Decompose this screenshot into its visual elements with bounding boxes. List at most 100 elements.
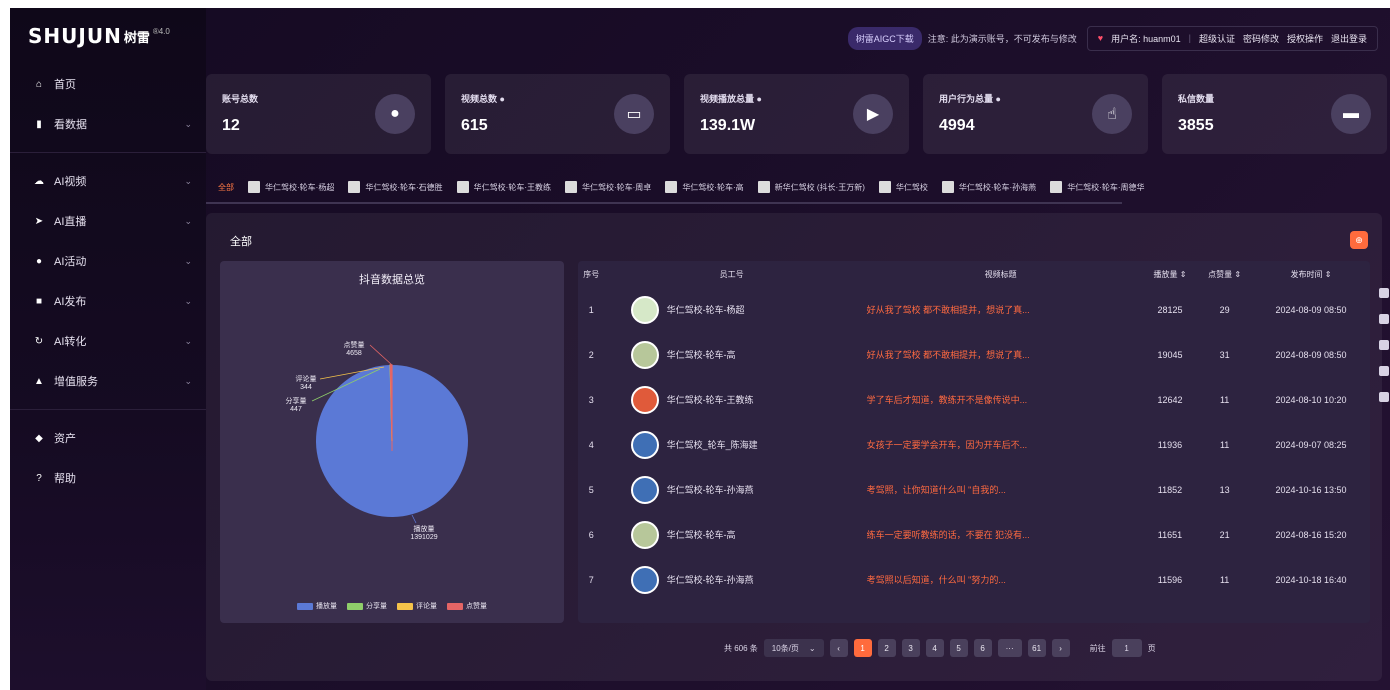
video-title-link[interactable]: 考驾照以后知道，什么叫 "努力的... <box>859 557 1143 602</box>
pagination: 共 606 条 10条/页 ⌄ ‹ 1 2 3 4 5 6 ··· 61 › 前往 1 页 <box>724 639 1156 657</box>
sidebar-item-7[interactable]: ▲ 增值服务 ⌄ <box>10 361 206 401</box>
sidebar-item-0[interactable]: ⌂ 首页 <box>10 64 206 104</box>
avatar <box>630 340 659 369</box>
employee-name: 华仁驾校-轮车-孙海燕 <box>666 485 754 495</box>
tab-account[interactable]: 华仁驾校·轮车·高 <box>665 181 744 193</box>
aigc-download-button[interactable]: 树雷AIGC下载 <box>847 26 922 50</box>
legend-item[interactable]: 分享量 <box>347 601 387 611</box>
tool-icon-2[interactable] <box>1379 314 1389 324</box>
sidebar-item-1[interactable]: ▮ 看数据 ⌄ <box>10 104 206 144</box>
tool-icon-3[interactable] <box>1379 340 1389 350</box>
avatar <box>630 385 659 414</box>
sidebar-item-5[interactable]: ■ AI发布 ⌄ <box>10 281 206 321</box>
table-row[interactable]: 3 华仁驾校-轮车-王教练 学了车后才知道，教练开不是像传说中... 12642 11 2… <box>578 377 1370 422</box>
password-link[interactable]: 密码修改 <box>1243 32 1279 45</box>
page-size-value: 10条/页 <box>771 643 799 653</box>
column-header[interactable]: 点赞量 ⇕ <box>1197 261 1252 287</box>
sidebar-item-3[interactable]: ➤ AI直播 ⌄ <box>10 201 206 241</box>
user-icon: ▲ <box>34 375 44 387</box>
tab-account[interactable]: 华仁驾校·轮车·周卓 <box>564 181 651 193</box>
like-count: 31 <box>1219 349 1230 360</box>
video-title-link[interactable]: 学了车后才知道，教练开不是像传说中... <box>859 377 1143 422</box>
hand-icon: ☝ <box>1092 94 1132 134</box>
employee-name: 华仁驾校-轮车-王教练 <box>666 395 754 405</box>
sidebar-item-4[interactable]: ● AI活动 ⌄ <box>10 241 206 281</box>
page-button[interactable]: 4 <box>925 639 944 657</box>
sidebar-item-8[interactable]: ◆ 资产 <box>10 418 206 458</box>
tab-account[interactable]: 华仁驾校·轮车·石德胜 <box>348 181 443 193</box>
table-row[interactable]: 1 华仁驾校-轮车-杨超 好从我了驾校 都不敢相提并，想说了真... 28125 29 2… <box>578 287 1370 332</box>
tab-account[interactable]: 华仁驾校 <box>878 181 928 193</box>
logout-link[interactable]: 退出登录 <box>1331 32 1367 45</box>
verify-link[interactable]: 超级认证 <box>1199 32 1235 45</box>
sidebar-item-label: AI活动 <box>54 256 87 268</box>
tab-account[interactable]: 全部 <box>218 182 234 193</box>
employee-cell: 华仁驾校-轮车-孙海燕 <box>605 467 859 512</box>
page-size-select[interactable]: 10条/页 ⌄ <box>763 639 824 657</box>
tab-account[interactable]: 华仁驾校·轮车·王教练 <box>456 181 551 193</box>
sidebar-item-2[interactable]: ☁ AI视频 ⌄ <box>10 161 206 201</box>
table-row[interactable]: 2 华仁驾校-轮车-高 好从我了驾校 都不敢相提并，想说了真... 19045 31 20… <box>578 332 1370 377</box>
video-title-link[interactable]: 练车一定要听教练的话，不要在 犯没有... <box>859 512 1143 557</box>
chart-box: 抖音数据总览 点赞量 4658 评论量 344 分享量 447 播放量 1391029 播放量… <box>220 261 564 623</box>
tab-label: 全部 <box>218 182 234 192</box>
legend-swatch <box>297 602 313 610</box>
tool-icon-5[interactable] <box>1379 392 1389 402</box>
video-title-link[interactable]: 女孩子一定要学会开车，因为开车后不... <box>859 422 1143 467</box>
table-row[interactable]: 5 华仁驾校-轮车-孙海燕 考驾照，让你知道什么叫 "自我的... 11852 13 20… <box>578 467 1370 512</box>
legend-item[interactable]: 点赞量 <box>447 601 487 611</box>
tool-icon-4[interactable] <box>1379 366 1389 376</box>
tabs-scrollbar[interactable] <box>206 202 1122 204</box>
sidebar: SHUJUN 树雷 ®4.0 ⌂ 首页 ▮ 看数据 ⌄ ☁ AI视频 ⌄ ➤ AI直播 ⌄ ● AI活动… <box>10 8 206 690</box>
tab-account[interactable]: 华仁驾校·轮车·孙海燕 <box>941 181 1036 193</box>
video-title-link[interactable]: 好从我了驾校 都不敢相提并，想说了真... <box>859 332 1143 377</box>
column-header[interactable]: 发布时间 ⇕ <box>1252 261 1370 287</box>
video-title-link[interactable]: 考驾照，让你知道什么叫 "自我的... <box>859 467 1143 512</box>
prev-page-button[interactable]: ‹ <box>829 639 848 657</box>
tab-label: 华仁驾校·轮车·周德华 <box>1067 182 1145 192</box>
chevron-down-icon: ⌄ <box>184 118 192 129</box>
row-index: 2 <box>588 349 594 360</box>
page-button[interactable]: 3 <box>901 639 920 657</box>
leader-line <box>369 344 393 366</box>
employee-name: 华仁驾校_轮车_陈海建 <box>666 440 758 450</box>
page-button[interactable]: 5 <box>949 639 968 657</box>
sidebar-item-9[interactable]: ? 帮助 <box>10 458 206 498</box>
help-icon: ? <box>36 472 42 484</box>
sidebar-item-label: 首页 <box>54 79 76 91</box>
tab-account[interactable]: 华仁驾校·轮车·周德华 <box>1050 181 1145 193</box>
goto-page-input[interactable]: 1 <box>1111 639 1142 657</box>
legend-swatch <box>397 602 413 610</box>
play-count: 11852 <box>1157 484 1183 495</box>
page-button[interactable]: 6 <box>973 639 992 657</box>
tab-label: 华仁驾校 <box>895 182 928 192</box>
tab-account[interactable]: 华仁驾校·轮车·杨超 <box>248 181 334 193</box>
table-header-row: 序号 员工号 视频标题 播放量 ⇕ 点赞量 ⇕ 发布时间 ⇕ <box>578 261 1370 287</box>
sidebar-item-6[interactable]: ↻ AI转化 ⌄ <box>10 321 206 361</box>
tab-account[interactable]: 新华仁驾校 (抖长·王万新) <box>757 181 865 193</box>
video-title-link[interactable]: 好从我了驾校 都不敢相提并，想说了真... <box>859 287 1143 332</box>
sidebar-item-label: AI转化 <box>54 336 87 348</box>
page-button[interactable]: ··· <box>997 639 1022 657</box>
employee-cell: 华仁驾校-轮车-王教练 <box>605 377 859 422</box>
table-row[interactable]: 6 华仁驾校-轮车-高 练车一定要听教练的话，不要在 犯没有... 11651 21 20… <box>578 512 1370 557</box>
sidebar-item-label: AI直播 <box>54 216 87 228</box>
table-row[interactable]: 4 华仁驾校_轮车_陈海建 女孩子一定要学会开车，因为开车后不... 11936 11 2… <box>578 422 1370 467</box>
legend-label: 播放量 <box>316 603 337 610</box>
tab-thumbnail <box>878 181 891 193</box>
column-header[interactable]: 播放量 ⇕ <box>1143 261 1198 287</box>
pie-label-value: 4658 <box>346 350 362 357</box>
page-button[interactable]: 61 <box>1027 639 1046 657</box>
auth-link[interactable]: 授权操作 <box>1287 32 1323 45</box>
next-page-button[interactable]: › <box>1051 639 1070 657</box>
publish-time: 2024-08-16 15:20 <box>1275 529 1347 540</box>
sidebar-item-label: 资产 <box>54 433 76 445</box>
legend-item[interactable]: 评论量 <box>397 601 437 611</box>
panel-action-button[interactable]: ⊕ <box>1350 231 1368 249</box>
page-button[interactable]: 1 <box>853 639 872 657</box>
tool-icon-1[interactable] <box>1379 288 1389 298</box>
legend-label: 评论量 <box>416 603 437 610</box>
legend-item[interactable]: 播放量 <box>297 601 337 611</box>
table-row[interactable]: 7 华仁驾校-轮车-孙海燕 考驾照以后知道，什么叫 "努力的... 11596 11 20… <box>578 557 1370 602</box>
page-button[interactable]: 2 <box>877 639 896 657</box>
